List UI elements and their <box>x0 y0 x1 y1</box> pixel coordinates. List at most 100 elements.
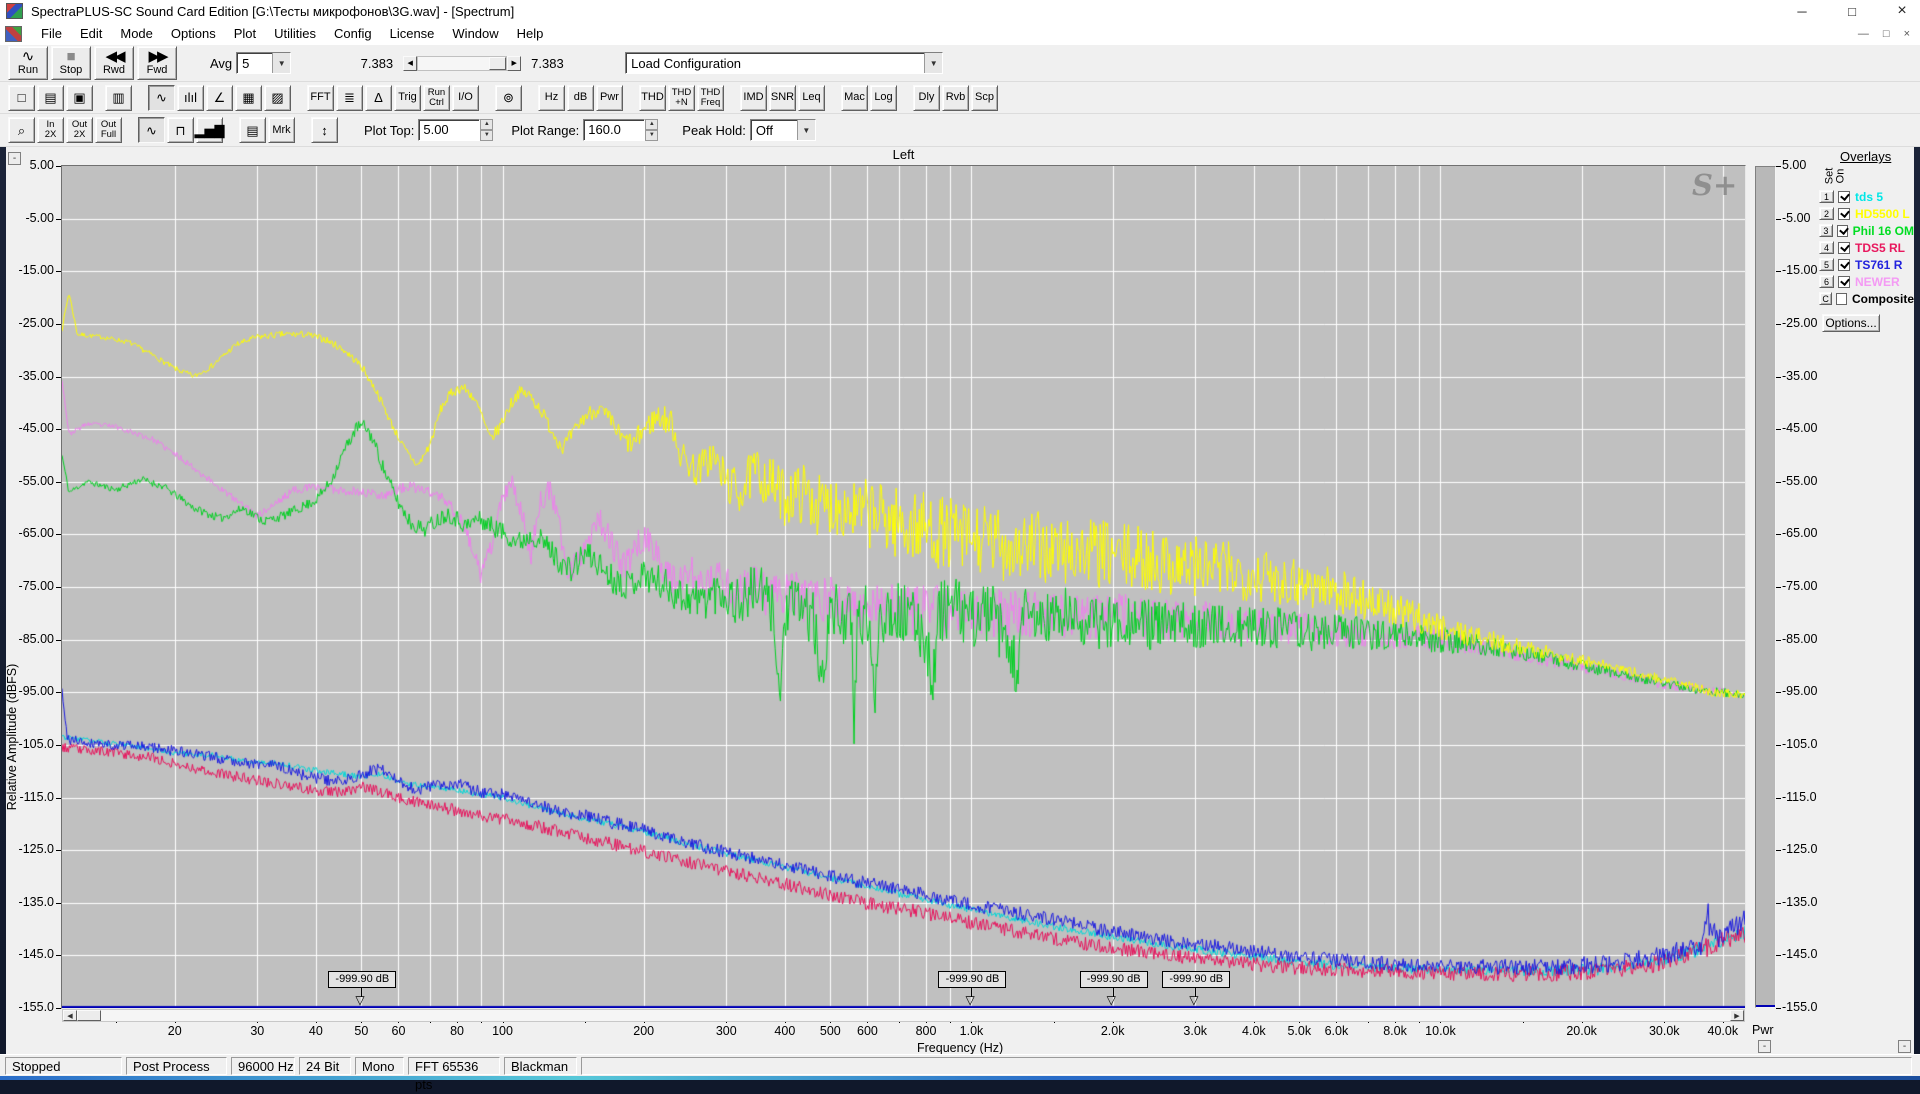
zoom-in-2x-button[interactable]: In 2X <box>37 117 64 143</box>
zoom-out-full-button[interactable]: Out Full <box>95 117 122 143</box>
overlay-on-checkbox[interactable] <box>1838 242 1850 254</box>
spin-up-icon[interactable]: ▲ <box>645 119 658 130</box>
io-device-button[interactable]: I/O <box>452 85 479 111</box>
overlay-on-checkbox[interactable] <box>1837 225 1848 237</box>
zoom-button[interactable]: ⌕ <box>8 117 35 143</box>
thd-n-button[interactable]: THD +N <box>668 85 695 111</box>
scroll-left-icon[interactable]: ◀ <box>403 56 417 71</box>
display-options-button[interactable]: ▤ <box>239 117 266 143</box>
rewind-button[interactable]: ◀◀ Rwd <box>94 46 134 80</box>
load-configuration-select[interactable]: Load Configuration ▼ <box>625 52 943 74</box>
menu-license[interactable]: License <box>381 23 444 44</box>
run-control-button[interactable]: Run Ctrl <box>423 85 450 111</box>
scope-button[interactable]: Scp <box>971 85 998 111</box>
hz-button[interactable]: Hz <box>538 85 565 111</box>
chevron-down-icon[interactable]: ▼ <box>797 120 815 140</box>
view-time-series-button[interactable]: ∿ <box>148 85 175 111</box>
plot-style-steps-button[interactable]: ⊓ <box>167 117 194 143</box>
scroll-right-icon[interactable]: ▶ <box>507 56 521 71</box>
overlay-set-1-button[interactable]: 1 <box>1819 190 1834 203</box>
scroll-left-icon[interactable]: ◀ <box>63 1010 77 1021</box>
new-file-button[interactable]: □ <box>8 85 35 111</box>
log-button[interactable]: Log <box>870 85 897 111</box>
overlay-on-checkbox[interactable] <box>1838 259 1850 271</box>
view-phase-button[interactable]: ∠ <box>206 85 233 111</box>
scaling-button[interactable]: ≣ <box>336 85 363 111</box>
collapse-pwr-button[interactable]: - <box>1758 1040 1771 1053</box>
fft-settings-button[interactable]: FFT <box>307 85 334 111</box>
save-button[interactable]: ▣ <box>66 85 93 111</box>
overlay-set-6-button[interactable]: 6 <box>1819 275 1834 288</box>
thd-freq-button[interactable]: THD Freq <box>697 85 724 111</box>
delay-button[interactable]: Dly <box>913 85 940 111</box>
menu-utilities[interactable]: Utilities <box>265 23 325 44</box>
mdi-close-icon[interactable]: × <box>1904 28 1910 40</box>
view-surface-button[interactable]: ▨ <box>264 85 291 111</box>
view-spectrum-button[interactable]: ılıl <box>177 85 204 111</box>
plot-style-line-button[interactable]: ∿ <box>138 117 165 143</box>
y-tick-left <box>56 429 61 430</box>
position-scrollbar-thumb[interactable] <box>489 57 506 70</box>
calibration-button[interactable]: ∆ <box>365 85 392 111</box>
menu-mode[interactable]: Mode <box>111 23 162 44</box>
overlay-set-2-button[interactable]: 2 <box>1819 207 1834 220</box>
thd-button[interactable]: THD <box>639 85 666 111</box>
overlay-set-c-button[interactable]: C <box>1819 292 1832 305</box>
close-icon[interactable]: × <box>1892 2 1912 20</box>
run-button[interactable]: ∿ Run <box>8 46 48 80</box>
position-scrollbar[interactable] <box>417 56 507 71</box>
open-file-button[interactable]: ▤ <box>37 85 64 111</box>
spin-up-icon[interactable]: ▲ <box>480 119 493 130</box>
y-tick-label-left: -125.0 <box>0 842 54 857</box>
overlay-set-4-button[interactable]: 4 <box>1819 241 1834 254</box>
plot-style-bars-button[interactable]: ▂▅▇ <box>196 117 223 143</box>
plot-h-scrollbar[interactable]: ◀ ▶ <box>62 1009 1745 1022</box>
view-spectrogram-button[interactable]: ▦ <box>235 85 262 111</box>
menu-options[interactable]: Options <box>162 23 225 44</box>
overlay-set-5-button[interactable]: 5 <box>1819 258 1834 271</box>
reverb-button[interactable]: Rvb <box>942 85 969 111</box>
menu-window[interactable]: Window <box>443 23 507 44</box>
maximize-icon[interactable]: □ <box>1842 4 1862 19</box>
overlay-set-3-button[interactable]: 3 <box>1819 224 1833 237</box>
plot-range-input[interactable]: 160.0 ▲▼ <box>583 119 658 141</box>
stop-button[interactable]: ■ Stop <box>51 46 91 80</box>
spin-down-icon[interactable]: ▼ <box>480 130 493 141</box>
leq-button[interactable]: Leq <box>798 85 825 111</box>
marker-button[interactable]: Mrk <box>268 117 295 143</box>
mdi-restore-icon[interactable]: □ <box>1883 28 1890 40</box>
minimize-icon[interactable]: ─ <box>1792 4 1812 19</box>
plot-scrollbar-thumb[interactable] <box>77 1010 101 1021</box>
collapse-right-button[interactable]: - <box>1898 1040 1911 1053</box>
mdi-minimize-icon[interactable]: — <box>1858 28 1869 40</box>
spectrum-plot-canvas[interactable] <box>62 166 1745 1008</box>
overlay-on-checkbox[interactable] <box>1838 208 1850 220</box>
peak-hold-select[interactable]: Off ▼ <box>750 119 816 141</box>
avg-select[interactable]: 5 ▼ <box>236 52 291 74</box>
menu-plot[interactable]: Plot <box>225 23 265 44</box>
menu-edit[interactable]: Edit <box>71 23 111 44</box>
menu-file[interactable]: File <box>32 23 71 44</box>
db-button[interactable]: dB <box>567 85 594 111</box>
scroll-right-icon[interactable]: ▶ <box>1730 1010 1744 1021</box>
plot-top-input[interactable]: 5.00 ▲▼ <box>418 119 493 141</box>
snr-button[interactable]: SNR <box>769 85 796 111</box>
chevron-down-icon[interactable]: ▼ <box>924 53 942 73</box>
zoom-out-2x-button[interactable]: Out 2X <box>66 117 93 143</box>
print-button[interactable]: ▥ <box>105 85 132 111</box>
overlay-on-checkbox[interactable] <box>1836 293 1847 305</box>
overlay-on-checkbox[interactable] <box>1838 191 1850 203</box>
y-range-button[interactable]: ↕ <box>311 117 338 143</box>
trigger-button[interactable]: Trig <box>394 85 421 111</box>
forward-button[interactable]: ▶▶ Fwd <box>137 46 177 80</box>
menu-help[interactable]: Help <box>508 23 553 44</box>
spin-down-icon[interactable]: ▼ <box>645 130 658 141</box>
menu-config[interactable]: Config <box>325 23 381 44</box>
macro-button[interactable]: Mac <box>841 85 868 111</box>
imd-button[interactable]: IMD <box>740 85 767 111</box>
overlays-options-button[interactable]: Options... <box>1822 314 1880 332</box>
chevron-down-icon[interactable]: ▼ <box>272 53 290 73</box>
pwr-button[interactable]: Pwr <box>596 85 623 111</box>
signal-generator-button[interactable]: ⊚ <box>495 85 522 111</box>
overlay-on-checkbox[interactable] <box>1838 276 1850 288</box>
